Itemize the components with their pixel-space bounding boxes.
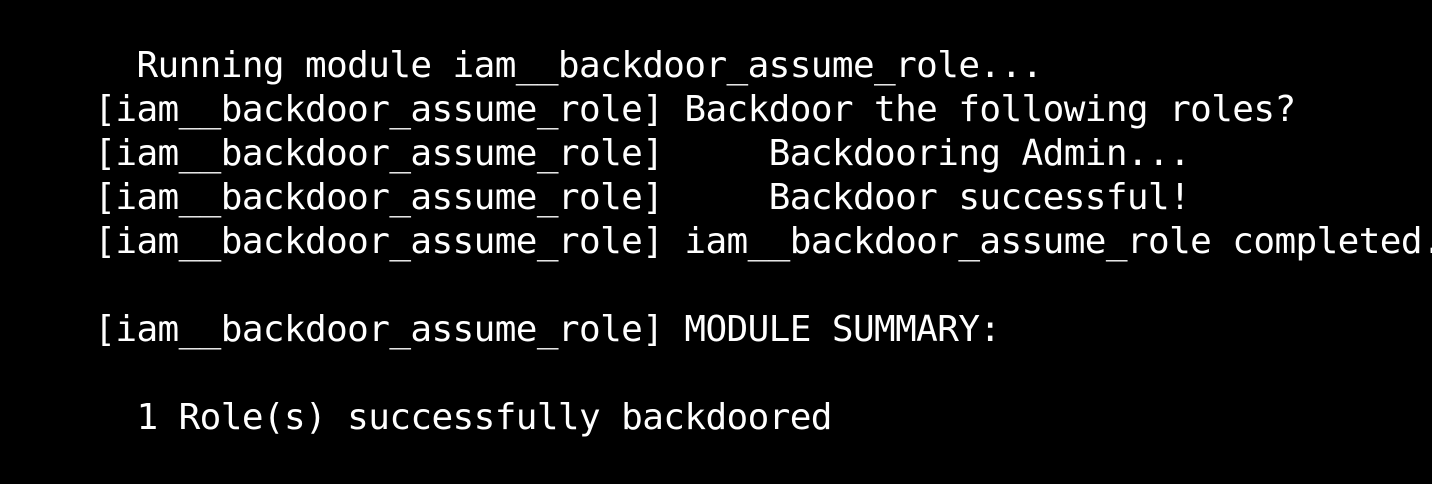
line-text: Backdoor successful!	[663, 177, 1191, 218]
line-text: Running module iam__backdoor_assume_role…	[94, 45, 1043, 86]
line-text: Backdoor the following roles?	[663, 89, 1296, 130]
line-prefix: [iam__backdoor_assume_role]	[94, 89, 664, 130]
line-text: Backdooring Admin...	[663, 133, 1191, 174]
terminal-line: Running module iam__backdoor_assume_role…	[10, 0, 1432, 86]
line-text: MODULE SUMMARY:	[663, 309, 1001, 350]
terminal-output[interactable]: Running module iam__backdoor_assume_role…	[0, 0, 1432, 438]
line-text: iam__backdoor_assume_role completed.	[663, 221, 1432, 262]
line-prefix: [iam__backdoor_assume_role]	[94, 177, 664, 218]
terminal-line: [iam__backdoor_assume_role] MODULE SUMMA…	[10, 264, 1432, 350]
line-prefix: [iam__backdoor_assume_role]	[94, 309, 664, 350]
line-prefix: [iam__backdoor_assume_role]	[94, 133, 664, 174]
terminal-line: 1 Role(s) successfully backdoored	[10, 352, 1432, 438]
line-text: 1 Role(s) successfully backdoored	[94, 397, 832, 438]
line-prefix: [iam__backdoor_assume_role]	[94, 221, 664, 262]
